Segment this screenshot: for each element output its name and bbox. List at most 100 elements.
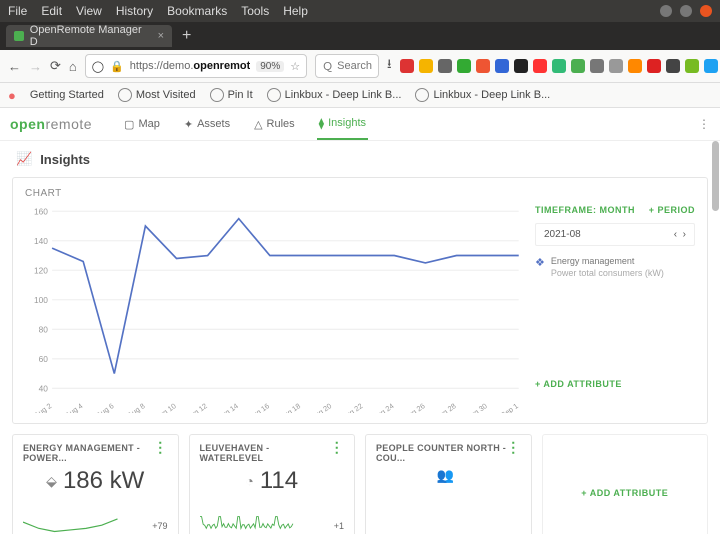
extension-icon[interactable] [476,59,490,73]
forward-button[interactable]: → [29,59,42,74]
add-attribute-card[interactable]: + ADD ATTRIBUTE [542,434,709,534]
menu-bookmarks[interactable]: Bookmarks [167,4,227,18]
bookmark-item[interactable]: Most Visited [118,88,196,102]
tab-insights[interactable]: ⧫Insights [317,109,368,140]
svg-text:Aug 22: Aug 22 [340,401,364,413]
bookmark-star-icon[interactable]: ☆ [290,60,300,73]
extension-icon[interactable] [457,59,471,73]
svg-text:Aug 8: Aug 8 [126,401,147,413]
svg-text:40: 40 [39,383,49,393]
kpi-menu-icon[interactable]: ⋮ [506,443,520,463]
zoom-badge[interactable]: 90% [256,61,284,72]
tab-map[interactable]: ▢Map [122,109,162,140]
chart-area: 406080100120140160Aug 2Aug 4Aug 6Aug 8Au… [25,205,525,413]
scrollbar-thumb[interactable] [712,141,719,211]
extension-icon[interactable] [704,59,718,73]
window-minimize[interactable] [660,5,672,17]
extension-icon[interactable] [590,59,604,73]
kpi-menu-icon[interactable]: ⋮ [330,443,344,463]
shield-icon: ◯ [92,60,104,73]
bookmark-item[interactable]: Linkbux - Deep Link B... [415,88,550,102]
window-maximize[interactable] [680,5,692,17]
svg-text:Aug 16: Aug 16 [247,401,271,413]
bookmarks-bar: ● Getting Started Most Visited Pin It Li… [0,83,720,108]
extension-icon[interactable] [438,59,452,73]
prev-month-icon[interactable]: ‹ [674,229,677,240]
menu-file[interactable]: File [8,4,27,18]
kpi-card: LEUVEHAVEN - WATERLEVEL⋮◔114+1WEEK [189,434,356,534]
svg-text:Aug 14: Aug 14 [216,401,240,413]
menu-view[interactable]: View [76,4,102,18]
browser-tab[interactable]: OpenRemote Manager D × [6,25,172,47]
add-attribute-button[interactable]: + ADD ATTRIBUTE [535,379,695,389]
extension-icon[interactable] [419,59,433,73]
extension-icon[interactable] [514,59,528,73]
svg-text:120: 120 [34,265,48,275]
reload-button[interactable]: ⟳ [50,58,61,74]
window-close[interactable] [700,5,712,17]
os-menubar: File Edit View History Bookmarks Tools H… [0,0,720,22]
add-period-button[interactable]: + PERIOD [649,205,695,215]
timeframe-label: TIMEFRAME: MONTH [535,205,635,215]
svg-text:160: 160 [34,206,48,216]
chart-legend: ❖ Energy managementPower total consumers… [535,256,695,279]
svg-text:Sep 1: Sep 1 [499,401,520,413]
menu-history[interactable]: History [116,4,153,18]
people-icon: 👥 [437,467,454,484]
new-tab-button[interactable]: + [182,27,191,45]
extension-icon[interactable] [685,59,699,73]
globe-icon [415,88,429,102]
nav-icon: ⧫ [319,117,324,130]
drop-icon: ◔ [245,473,253,489]
extension-icon[interactable] [495,59,509,73]
kpi-delta: +1 [334,521,344,531]
svg-text:Aug 2: Aug 2 [32,401,53,413]
svg-text:Aug 12: Aug 12 [185,401,209,413]
globe-icon [118,88,132,102]
more-icon[interactable]: ⋮ [698,117,710,131]
kpi-menu-icon[interactable]: ⋮ [153,443,167,463]
kpi-row: ENERGY MANAGEMENT - POWER...⋮⬙186 kW+79D… [12,434,708,534]
url-input[interactable]: ◯ 🔒 https://demo.openremot 90% ☆ [85,54,307,78]
extension-icon[interactable] [647,59,661,73]
month-selector[interactable]: 2021-08 ‹ › [535,223,695,246]
extension-icon[interactable] [609,59,623,73]
chart-card-title: CHART [25,188,695,199]
cube-icon: ❖ [535,256,545,279]
menu-tools[interactable]: Tools [241,4,269,18]
close-tab-icon[interactable]: × [158,30,164,42]
back-button[interactable]: ← [8,59,21,74]
browser-toolbar: ← → ⟳ ⌂ ◯ 🔒 https://demo.openremot 90% ☆… [0,50,720,83]
tab-assets[interactable]: ✦Assets [182,109,232,140]
svg-text:Aug 18: Aug 18 [278,401,302,413]
bookmark-item[interactable]: Pin It [210,88,253,102]
home-button[interactable]: ⌂ [69,59,77,74]
globe-icon [210,88,224,102]
svg-text:80: 80 [39,324,49,334]
extension-icon[interactable] [400,59,414,73]
bookmark-item[interactable]: Getting Started [30,89,104,101]
menu-help[interactable]: Help [283,4,308,18]
kpi-title: ENERGY MANAGEMENT - POWER... [23,443,153,463]
kpi-value: ◔114 [200,467,345,495]
search-placeholder: Search [337,60,372,72]
extension-icon[interactable] [552,59,566,73]
tab-rules[interactable]: △Rules [252,109,297,140]
sparkline [200,511,295,534]
extension-icon[interactable] [666,59,680,73]
svg-text:Aug 20: Aug 20 [309,401,333,413]
extension-icon[interactable] [571,59,585,73]
download-icon[interactable]: ⭳ [387,55,392,77]
search-input[interactable]: Ｑ Search [315,54,379,78]
extension-icon[interactable] [628,59,642,73]
kpi-delta: +79 [152,521,167,531]
url-text: https://demo.openremot [130,60,250,72]
next-month-icon[interactable]: › [683,229,686,240]
browser-tabstrip: OpenRemote Manager D × + [0,22,720,50]
svg-text:Aug 6: Aug 6 [95,401,116,413]
extension-icon[interactable] [533,59,547,73]
lock-icon: 🔒 [110,60,124,73]
bookmark-item[interactable]: Linkbux - Deep Link B... [267,88,402,102]
menu-edit[interactable]: Edit [41,4,62,18]
app-logo[interactable]: openremote [10,116,92,132]
